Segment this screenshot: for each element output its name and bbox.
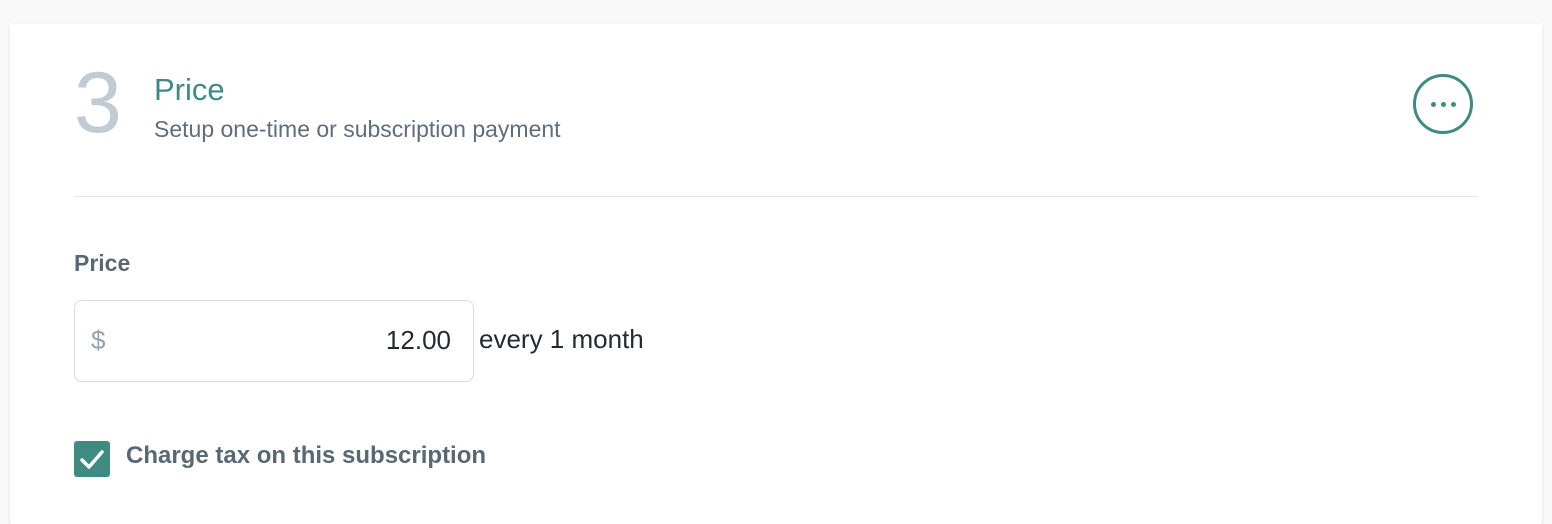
price-input[interactable]: $ 12.00 [74, 300, 474, 382]
more-horizontal-icon [1430, 101, 1436, 107]
section-subtitle: Setup one-time or subscription payment [154, 116, 561, 142]
price-value: 12.00 [385, 325, 451, 355]
price-section-card: 3 Price Setup one-time or subscription p… [10, 24, 1542, 524]
more-dot [1450, 101, 1456, 107]
price-field-label: Price [74, 250, 131, 276]
charge-tax-label[interactable]: Charge tax on this subscription [126, 442, 486, 470]
currency-symbol: $ [91, 325, 106, 355]
section-divider [74, 196, 1478, 197]
more-dot [1440, 101, 1446, 107]
section-title: Price [154, 72, 225, 107]
charge-tax-checkbox[interactable] [74, 441, 110, 477]
step-number: 3 [74, 55, 122, 151]
more-options-button[interactable] [1413, 74, 1473, 134]
checkmark-icon [80, 450, 104, 469]
billing-interval-text: every 1 month [479, 324, 644, 354]
